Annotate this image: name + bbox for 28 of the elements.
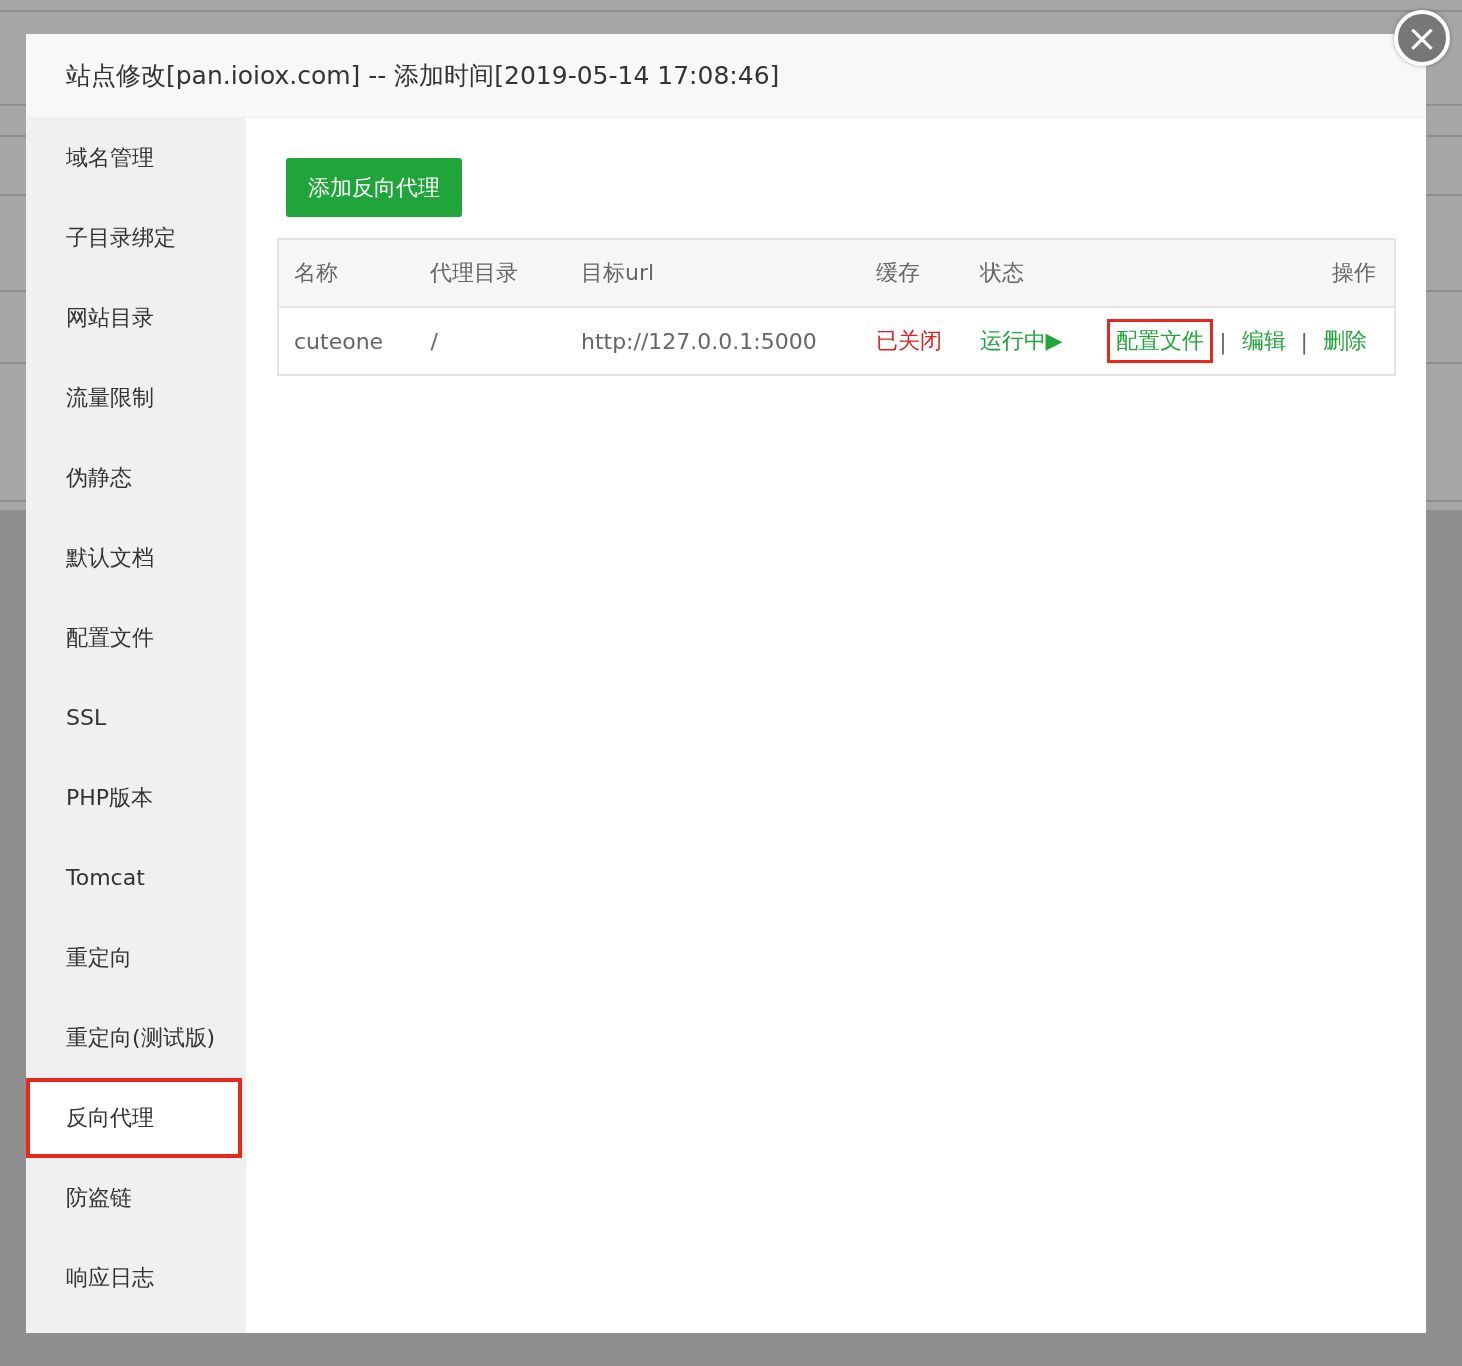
sidebar-item[interactable]: 重定向(测试版) <box>26 998 246 1078</box>
sidebar-item[interactable]: 响应日志 <box>26 1238 246 1318</box>
sidebar-item[interactable]: 配置文件 <box>26 598 246 678</box>
sidebar-item[interactable]: 流量限制 <box>26 358 246 438</box>
cache-status[interactable]: 已关闭 <box>875 328 942 353</box>
sidebar-item[interactable]: 域名管理 <box>26 118 246 198</box>
column-header: 目标url <box>580 260 655 285</box>
sidebar-item[interactable]: 子目录绑定 <box>26 198 246 278</box>
table-cell: cuteone <box>294 328 384 354</box>
sidebar-item[interactable]: 网站目录 <box>26 278 246 358</box>
sidebar-item[interactable]: SSL <box>26 678 246 758</box>
sidebar-item[interactable]: 默认文档 <box>26 518 246 598</box>
column-header: 缓存 <box>875 260 920 285</box>
separator: | <box>1300 328 1308 354</box>
table-cell: http://127.0.0.1:5000 <box>580 328 817 354</box>
column-header: 代理目录 <box>430 260 519 285</box>
sidebar-item[interactable]: 反向代理 <box>26 1078 242 1158</box>
column-header: 名称 <box>294 260 338 285</box>
sidebar-item[interactable]: Tomcat <box>26 838 246 918</box>
sidebar-item[interactable]: 防盗链 <box>26 1158 246 1238</box>
column-header: 操作 <box>1332 260 1376 285</box>
separator: | <box>1219 328 1227 354</box>
dialog-title: 站点修改[pan.ioiox.com] -- 添加时间[2019-05-14 17:08:46] <box>66 60 780 92</box>
sidebar-item[interactable]: PHP版本 <box>26 758 246 838</box>
sidebar-item[interactable]: 重定向 <box>26 918 246 998</box>
table-cell: / <box>430 328 438 354</box>
sidebar-item[interactable]: 伪静态 <box>26 438 246 518</box>
column-header: 状态 <box>979 260 1024 285</box>
